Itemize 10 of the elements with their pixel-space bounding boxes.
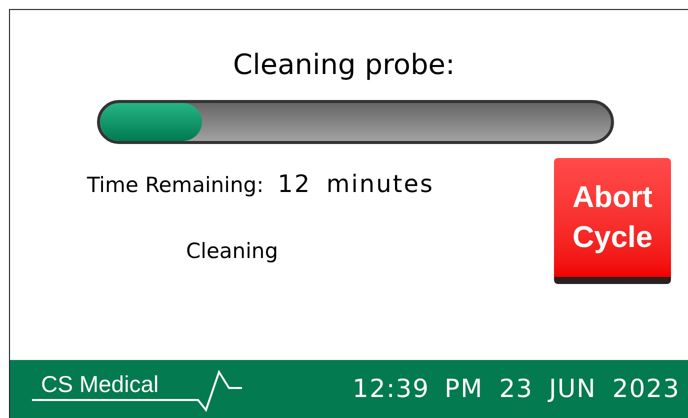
clock-text: 12:39 PM bbox=[352, 373, 484, 406]
clock-text: 2023 bbox=[612, 373, 680, 406]
status-text: Cleaning bbox=[186, 238, 278, 265]
cs-medical-logo: CS Medical bbox=[30, 366, 244, 412]
abort-cycle-button[interactable]: Abort Cycle bbox=[554, 158, 671, 284]
clock-text: JUN bbox=[549, 373, 596, 406]
time-remaining-value: 12 minutes bbox=[278, 169, 434, 200]
clock-text: 23 bbox=[499, 373, 533, 406]
time-remaining-label: Time Remaining: bbox=[87, 172, 264, 199]
screen-title: Cleaning probe: bbox=[233, 48, 455, 82]
